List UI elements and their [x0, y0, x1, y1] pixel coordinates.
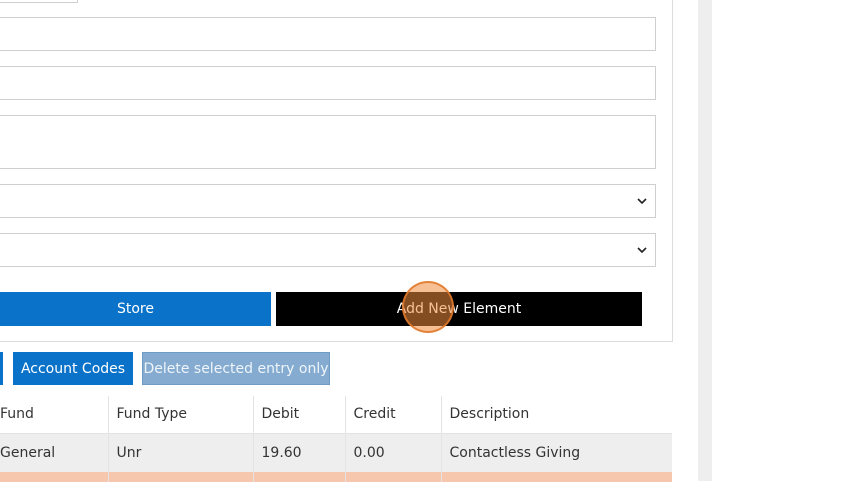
select-field-2[interactable] [0, 233, 656, 267]
top-field-stub[interactable] [0, 0, 78, 3]
cell-description: Contactless Giving [441, 433, 672, 472]
cell-credit: 0.00 [345, 433, 442, 472]
chevron-down-icon [637, 247, 647, 254]
partial-button[interactable] [0, 352, 3, 385]
form-panel [0, 0, 673, 342]
column-header-fund[interactable]: Fund [0, 396, 109, 434]
add-new-element-button[interactable]: Add New Element [276, 292, 642, 326]
text-field-2[interactable] [0, 66, 656, 100]
table-row[interactable]: General Unr 19.60 0.00 Contactless Givin… [0, 433, 672, 472]
cell-debit: 19.60 [253, 433, 346, 472]
column-header-debit[interactable]: Debit [253, 396, 346, 434]
cell-fund-type: Unr [108, 433, 254, 472]
store-button[interactable]: Store [0, 292, 271, 326]
entries-table: Fund Fund Type Debit Credit Description … [0, 396, 672, 482]
textarea-field[interactable] [0, 115, 656, 169]
select-field-1[interactable] [0, 184, 656, 218]
chevron-down-icon [637, 198, 647, 205]
account-codes-button[interactable]: Account Codes [13, 352, 133, 385]
table-header-row: Fund Fund Type Debit Credit Description [0, 396, 672, 434]
cell-fund: General [0, 433, 109, 472]
scrollbar-gutter[interactable] [698, 0, 712, 481]
column-header-credit[interactable]: Credit [345, 396, 442, 434]
text-field-1[interactable] [0, 17, 656, 51]
delete-selected-entry-button[interactable]: Delete selected entry only [142, 352, 330, 385]
column-header-description[interactable]: Description [441, 396, 672, 434]
column-header-fund-type[interactable]: Fund Type [108, 396, 254, 434]
